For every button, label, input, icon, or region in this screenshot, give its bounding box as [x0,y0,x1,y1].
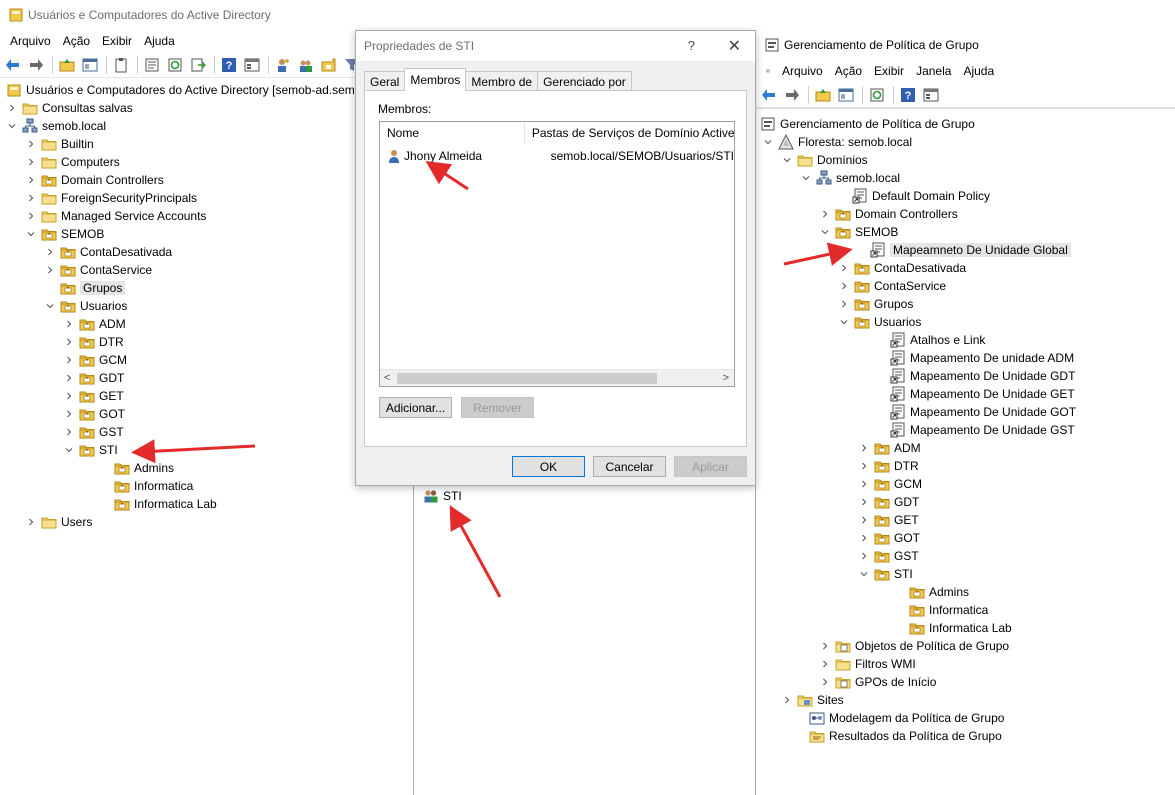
arrow-to-group-sti [449,505,502,598]
arrow-to-sti-ou [131,439,256,464]
annotation-arrows [131,161,853,598]
tab-membros[interactable]: Membros [404,68,467,91]
arrow-to-member [425,161,469,191]
arrow-to-global-gpo [783,242,853,266]
